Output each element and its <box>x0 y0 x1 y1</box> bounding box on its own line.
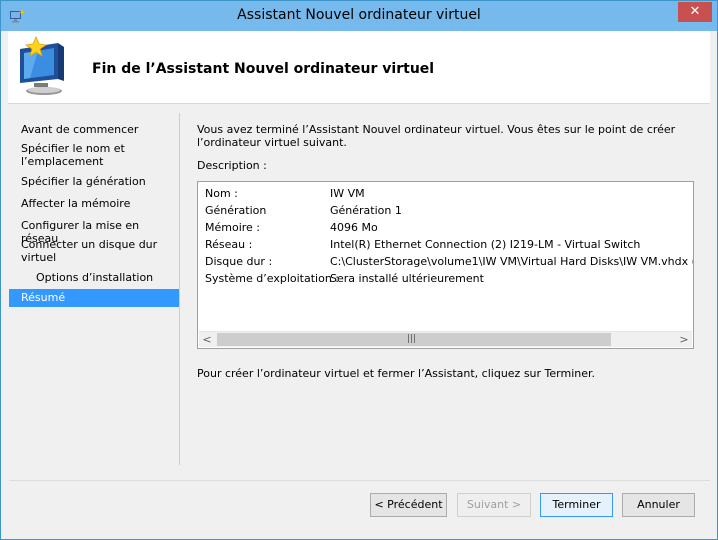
scroll-right-icon[interactable]: > <box>676 332 692 347</box>
close-button[interactable]: ✕ <box>678 2 712 22</box>
scroll-left-icon[interactable]: < <box>199 332 215 347</box>
nav-item-options-installation[interactable]: Options d’installation <box>9 271 179 284</box>
nav-item-specifier-generation[interactable]: Spécifier la génération <box>9 175 179 188</box>
summary-key: Génération <box>205 204 267 217</box>
next-label: Suivant > <box>466 498 522 511</box>
intro-text: Vous avez terminé l’Assistant Nouvel ord… <box>197 123 676 149</box>
horizontal-scrollbar[interactable]: < ||| > <box>199 331 692 347</box>
footer-divider <box>9 480 710 481</box>
cancel-label: Annuler <box>637 498 680 511</box>
summary-value: Intel(R) Ethernet Connection (2) I219-LM… <box>330 238 641 251</box>
cancel-button[interactable]: Annuler <box>622 493 695 517</box>
outro-text: Pour créer l’ordinateur virtuel et ferme… <box>197 367 596 380</box>
finish-label: Terminer <box>552 498 601 511</box>
nav-item-avant-de-commencer[interactable]: Avant de commencer <box>9 123 179 136</box>
wizard-step-nav: Avant de commencer Spécifier le nom et l… <box>9 113 180 465</box>
description-label: Description : <box>197 159 267 172</box>
summary-value: C:\ClusterStorage\volume1\IW VM\Virtual … <box>330 255 693 268</box>
nav-item-specifier-nom[interactable]: Spécifier le nom et l’emplacement <box>9 142 179 168</box>
close-icon: ✕ <box>689 4 701 19</box>
title-bar[interactable]: Assistant Nouvel ordinateur virtuel ✕ <box>1 1 717 31</box>
grip-icon: ||| <box>407 334 417 344</box>
previous-button[interactable]: < Précédent <box>370 493 447 517</box>
wizard-window: Assistant Nouvel ordinateur virtuel ✕ Fi… <box>0 0 718 540</box>
summary-value: 4096 Mo <box>330 221 378 234</box>
summary-key: Disque dur : <box>205 255 273 268</box>
next-button[interactable]: Suivant > <box>457 493 531 517</box>
scrollbar-thumb[interactable]: ||| <box>217 333 611 346</box>
nav-item-connecter-disque[interactable]: Connecter un disque dur virtuel <box>9 238 179 264</box>
new-vm-wizard-icon <box>20 35 64 95</box>
summary-value: Génération 1 <box>330 204 402 217</box>
nav-item-resume[interactable]: Résumé <box>9 289 179 307</box>
window-title: Assistant Nouvel ordinateur virtuel <box>237 7 481 23</box>
description-box[interactable]: Nom : IW VM Génération Génération 1 Mémo… <box>197 181 694 349</box>
summary-key: Réseau : <box>205 238 253 251</box>
previous-label: < Précédent <box>374 498 443 511</box>
summary-key: Système d’exploitation : <box>205 272 339 285</box>
summary-value: IW VM <box>330 187 365 200</box>
summary-key: Mémoire : <box>205 221 261 234</box>
finish-button[interactable]: Terminer <box>540 493 613 517</box>
nav-item-affecter-memoire[interactable]: Affecter la mémoire <box>9 197 179 210</box>
summary-value: Sera installé ultérieurement <box>330 272 484 285</box>
summary-key: Nom : <box>205 187 238 200</box>
page-title: Fin de l’Assistant Nouvel ordinateur vir… <box>92 61 435 77</box>
wizard-header: Fin de l’Assistant Nouvel ordinateur vir… <box>8 31 710 104</box>
